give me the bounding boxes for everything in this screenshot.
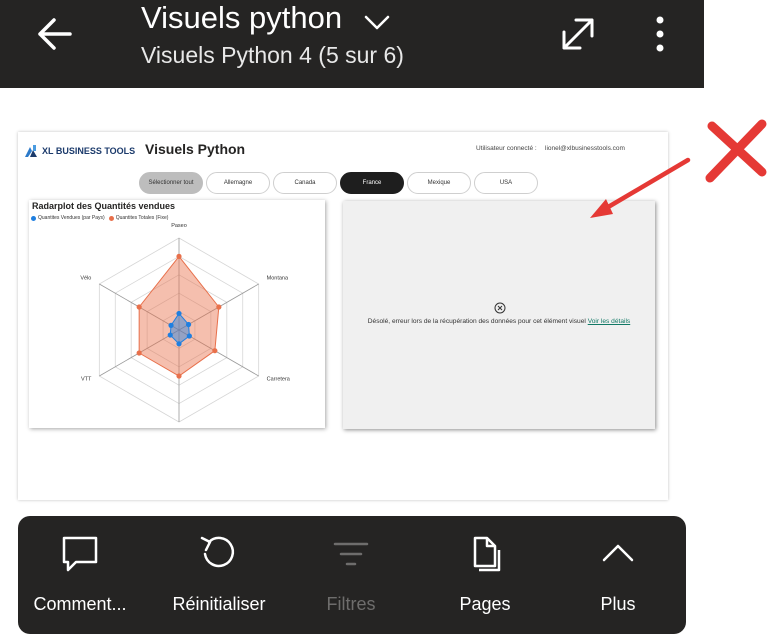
see-details-link[interactable]: Voir les détails bbox=[588, 318, 631, 325]
error-circle-icon bbox=[494, 302, 506, 314]
error-text: Désolé, erreur lors de la récupération d… bbox=[367, 318, 586, 325]
series-1-point-4 bbox=[136, 350, 142, 356]
filter-icon bbox=[333, 542, 369, 566]
series-1-point-5 bbox=[136, 304, 142, 310]
red-arrowhead-icon bbox=[590, 199, 613, 218]
chevron-up-icon bbox=[602, 544, 634, 562]
annotation-overlay bbox=[590, 119, 767, 218]
series-0-point-2 bbox=[186, 333, 192, 339]
pages-icon bbox=[473, 536, 501, 572]
reset-button[interactable]: Réinitialiser bbox=[154, 516, 284, 634]
reset-icon bbox=[200, 536, 235, 568]
series-0-point-3 bbox=[176, 341, 182, 347]
filters-button[interactable]: Filtres bbox=[286, 516, 416, 634]
red-x-icon bbox=[705, 119, 767, 183]
series-0-point-0 bbox=[176, 310, 182, 317]
more-button[interactable]: Plus bbox=[553, 516, 683, 634]
series-1-point-1 bbox=[216, 304, 222, 310]
reset-label: Réinitialiser bbox=[172, 594, 266, 614]
series-0-point-1 bbox=[185, 321, 192, 328]
axis-label-2: Carretera bbox=[267, 377, 291, 383]
error-message: Désolé, erreur lors de la récupération d… bbox=[343, 318, 655, 325]
pages-button[interactable]: Pages bbox=[420, 516, 550, 634]
series-1-point-3 bbox=[176, 373, 182, 379]
comment-button[interactable]: Comment... bbox=[15, 516, 145, 634]
comment-icon bbox=[62, 536, 98, 572]
filters-label: Filtres bbox=[326, 594, 376, 614]
red-arrow-icon bbox=[595, 157, 691, 216]
series-0-point-5 bbox=[168, 322, 174, 328]
pages-label: Pages bbox=[459, 594, 511, 614]
comment-label: Comment... bbox=[33, 594, 127, 614]
series-0-point-4 bbox=[167, 332, 173, 338]
series-1-point-2 bbox=[212, 348, 218, 354]
bottom-action-bar: Comment... Réinitialiser Filtres Pages P… bbox=[18, 516, 686, 634]
axis-label-4: VTT bbox=[81, 377, 92, 383]
more-label: Plus bbox=[600, 594, 636, 614]
